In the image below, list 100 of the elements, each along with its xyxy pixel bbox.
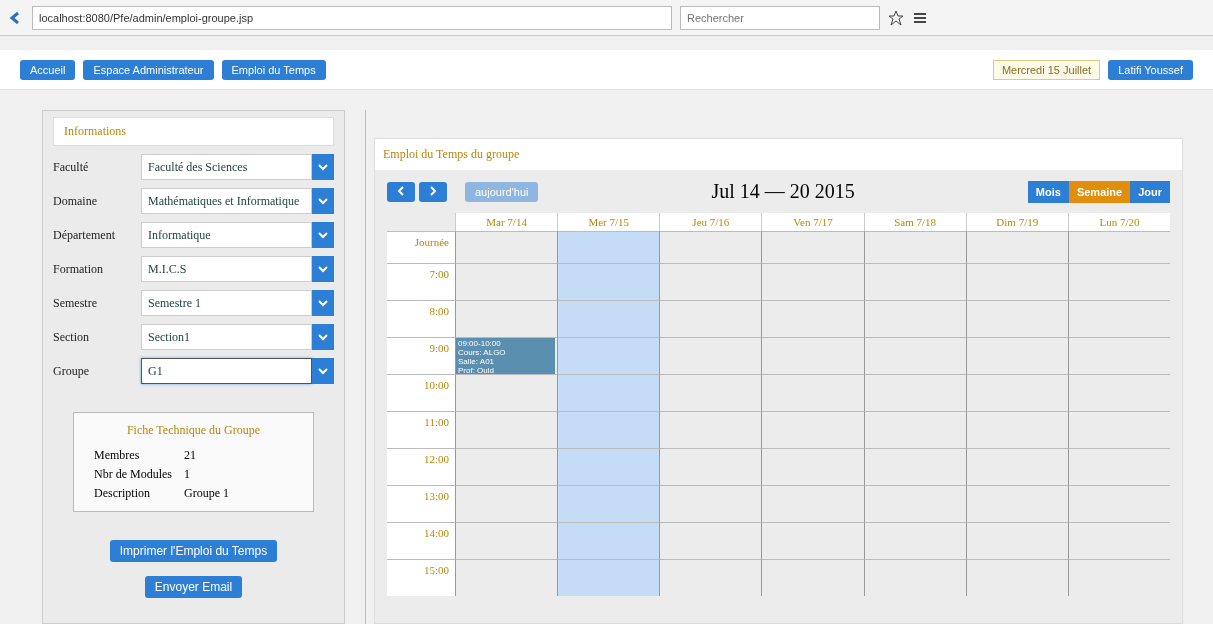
- calendar-slot[interactable]: [557, 231, 660, 263]
- calendar-slot[interactable]: [965, 522, 1068, 559]
- hour-label: 12:00: [387, 448, 455, 485]
- calendar-slot[interactable]: [1067, 411, 1170, 448]
- calendar-slot[interactable]: [1067, 559, 1170, 596]
- previous-button[interactable]: [387, 181, 415, 202]
- calendar-slot[interactable]: [761, 448, 864, 485]
- calendar-slot[interactable]: [1067, 337, 1170, 374]
- hour-label: 9:00: [387, 337, 455, 374]
- calendar-slot[interactable]: [965, 559, 1068, 596]
- calendar-slot[interactable]: [659, 300, 762, 337]
- select-field[interactable]: G1: [141, 358, 312, 384]
- calendar-slot[interactable]: [761, 263, 864, 300]
- dropdown-caret-icon[interactable]: [312, 256, 334, 282]
- panel-title: Informations: [53, 117, 334, 146]
- calendar-slot[interactable]: [761, 231, 864, 263]
- calendar-slot[interactable]: [659, 374, 762, 411]
- calendar-slot[interactable]: [659, 411, 762, 448]
- calendar-slot[interactable]: [863, 522, 966, 559]
- hour-label: 14:00: [387, 522, 455, 559]
- select-field[interactable]: Mathématiques et Informatique: [141, 188, 312, 214]
- search-field[interactable]: Rechercher: [680, 5, 880, 30]
- day-header: Mer 7/15: [557, 213, 660, 231]
- user-button[interactable]: Latifi Youssef: [1108, 59, 1193, 80]
- calendar-slot[interactable]: [965, 263, 1068, 300]
- calendar-slot[interactable]: [761, 337, 864, 374]
- calendar-slot[interactable]: [1067, 448, 1170, 485]
- view-tab[interactable]: Semaine: [1068, 180, 1131, 203]
- calendar-slot[interactable]: [965, 300, 1068, 337]
- calendar-slot[interactable]: [863, 485, 966, 522]
- calendar-slot[interactable]: [1067, 522, 1170, 559]
- calendar-slot[interactable]: [659, 448, 762, 485]
- calendar-slot[interactable]: [965, 411, 1068, 448]
- calendar-slot[interactable]: [761, 374, 864, 411]
- nav-button[interactable]: Emploi du Temps: [221, 59, 326, 80]
- address-bar[interactable]: localhost:8080/Pfe/admin/emploi-groupe.jsp: [32, 5, 672, 30]
- calendar-slot[interactable]: [659, 485, 762, 522]
- select-field[interactable]: M.I.C.S: [141, 256, 312, 282]
- dropdown-caret-icon[interactable]: [312, 290, 334, 316]
- star-icon[interactable]: [888, 9, 904, 26]
- calendar-slot[interactable]: [1067, 231, 1170, 263]
- calendar-event[interactable]: 09:00-10:00 Cours: ALGO Salle: A01 Prof: Ould: [456, 338, 556, 375]
- dropdown-caret-icon[interactable]: [312, 222, 334, 248]
- calendar-slot[interactable]: [761, 522, 864, 559]
- calendar-slot[interactable]: [659, 231, 762, 263]
- select-field[interactable]: Semestre 1: [141, 290, 312, 316]
- calendar-slot[interactable]: [965, 485, 1068, 522]
- calendar-slot[interactable]: [557, 374, 660, 411]
- dropdown-caret-icon[interactable]: [312, 188, 334, 214]
- dropdown-caret-icon[interactable]: [312, 324, 334, 350]
- nav-button[interactable]: Accueil: [20, 59, 76, 80]
- sheet-value: Groupe 1: [184, 486, 229, 501]
- calendar-slot[interactable]: [863, 411, 966, 448]
- calendar-slot[interactable]: [659, 337, 762, 374]
- hour-label: 15:00: [387, 559, 455, 596]
- action-button[interactable]: Envoyer Email: [144, 576, 243, 598]
- calendar-slot[interactable]: [1067, 374, 1170, 411]
- calendar-slot[interactable]: [761, 559, 864, 596]
- calendar-slot[interactable]: [965, 337, 1068, 374]
- view-tab[interactable]: Jour: [1130, 180, 1170, 203]
- select-field[interactable]: Informatique: [141, 222, 312, 248]
- calendar-slot[interactable]: [1067, 300, 1170, 337]
- hour-label: 11:00: [387, 411, 455, 448]
- calendar-slot[interactable]: [863, 300, 966, 337]
- calendar-slot[interactable]: [557, 485, 660, 522]
- calendar-slot[interactable]: [965, 448, 1068, 485]
- calendar-slot[interactable]: [761, 300, 864, 337]
- calendar-slot[interactable]: [863, 263, 966, 300]
- select-field[interactable]: Section1: [141, 324, 312, 350]
- dropdown-caret-icon[interactable]: [312, 358, 334, 384]
- calendar-slot[interactable]: [557, 559, 660, 596]
- calendar-slot[interactable]: [557, 337, 660, 374]
- view-tab[interactable]: Mois: [1027, 180, 1069, 203]
- calendar-slot[interactable]: [557, 263, 660, 300]
- calendar-slot[interactable]: [863, 374, 966, 411]
- nav-button[interactable]: Espace Administrateur: [83, 59, 214, 80]
- day-header: Jeu 7/16: [659, 213, 762, 231]
- calendar-slot[interactable]: [557, 522, 660, 559]
- calendar-slot[interactable]: [1067, 263, 1170, 300]
- next-button[interactable]: [419, 181, 447, 202]
- today-button[interactable]: aujourd'hui: [465, 181, 539, 202]
- calendar-slot[interactable]: [557, 411, 660, 448]
- calendar-slot[interactable]: [863, 448, 966, 485]
- calendar-slot[interactable]: [965, 374, 1068, 411]
- calendar-slot[interactable]: [965, 231, 1068, 263]
- dropdown-caret-icon[interactable]: [312, 154, 334, 180]
- action-button[interactable]: Imprimer l'Emploi du Temps: [109, 540, 278, 562]
- calendar-slot[interactable]: [1067, 485, 1170, 522]
- calendar-slot[interactable]: [659, 522, 762, 559]
- calendar-slot[interactable]: [863, 337, 966, 374]
- calendar-slot[interactable]: [557, 300, 660, 337]
- calendar-slot[interactable]: [863, 231, 966, 263]
- hour-label: 8:00: [387, 300, 455, 337]
- select-field[interactable]: Faculté des Sciences: [141, 154, 312, 180]
- calendar-slot[interactable]: [659, 263, 762, 300]
- calendar-slot[interactable]: [557, 448, 660, 485]
- calendar-slot[interactable]: [863, 559, 966, 596]
- calendar-slot[interactable]: [761, 411, 864, 448]
- calendar-slot[interactable]: [761, 485, 864, 522]
- calendar-slot[interactable]: [659, 559, 762, 596]
